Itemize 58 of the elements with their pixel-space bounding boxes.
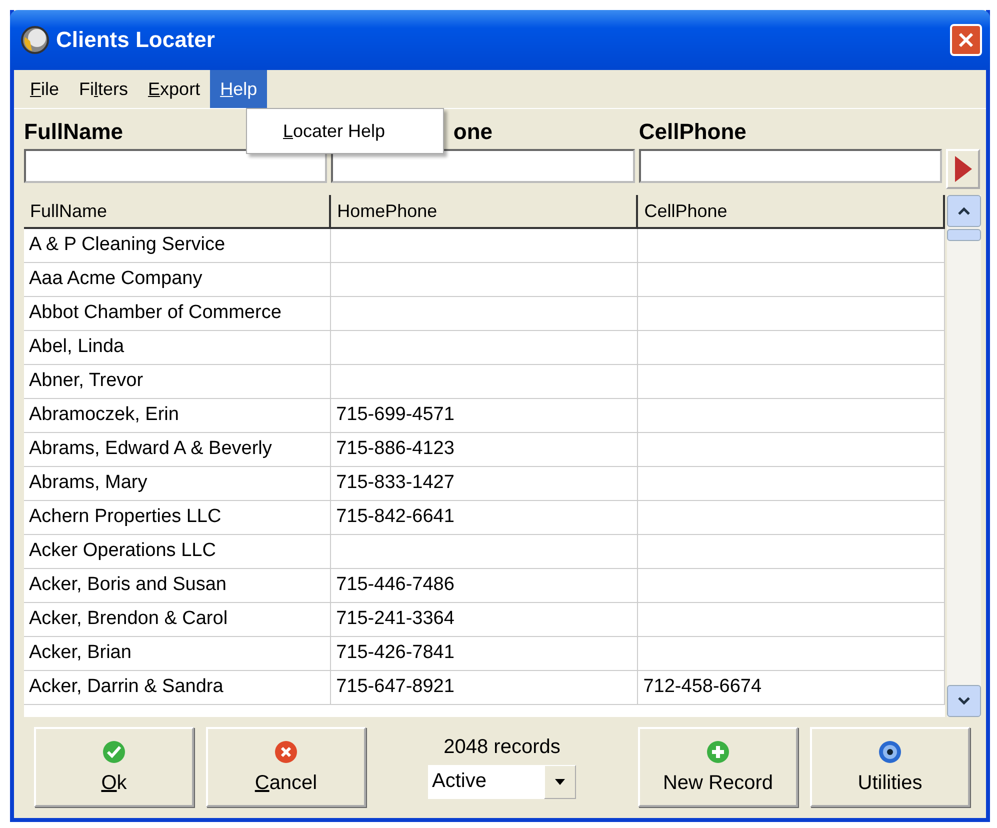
app-icon: [20, 25, 50, 55]
filter-field[interactable]: [331, 149, 635, 183]
action-button[interactable]: Ok: [34, 727, 194, 807]
filter-field[interactable]: [638, 149, 942, 183]
scroll-thumb[interactable]: [947, 229, 981, 241]
action-button[interactable]: New Record: [638, 727, 798, 807]
table-cell: 715-647-8921: [331, 671, 638, 705]
table-cell: Acker Operations LLC: [24, 535, 332, 569]
record-count: 2048 records: [444, 736, 560, 758]
column-header[interactable]: HomePhone: [331, 195, 638, 229]
table-cell: Acker, Brian: [24, 637, 332, 671]
table-cell: Acker, Darrin & Sandra: [24, 671, 332, 705]
scroll-up-button[interactable]: [947, 195, 981, 227]
apply-filter-button[interactable]: [946, 149, 980, 189]
close-button[interactable]: [950, 24, 982, 56]
menu-item[interactable]: Export: [138, 70, 210, 108]
table-cell: 715-833-1427: [331, 467, 638, 501]
close-icon: [956, 30, 976, 50]
table-cell: Aaa Acme Company: [24, 263, 332, 297]
column-header[interactable]: FullName: [24, 195, 332, 229]
table-cell: Acker, Brendon & Carol: [24, 603, 332, 637]
check-icon: [102, 740, 126, 764]
scroll-bar[interactable]: [947, 195, 981, 717]
table-cell: Abrams, Mary: [24, 467, 332, 501]
table-cell: 715-886-4123: [331, 433, 638, 467]
menu-item[interactable]: Help: [210, 70, 268, 108]
menu-item[interactable]: Filters: [69, 70, 138, 108]
table-cell: Abel, Linda: [24, 331, 332, 365]
column-header[interactable]: CellPhone: [638, 195, 946, 229]
caret-icon: [555, 778, 565, 784]
table-cell: Abbot Chamber of Commerce: [24, 297, 332, 331]
table-cell: A & P Cleaning Service: [24, 229, 332, 263]
table-cell: 715-699-4571: [331, 399, 638, 433]
menu-item[interactable]: File: [20, 70, 70, 108]
filter-label: CellPhone: [638, 119, 746, 145]
filter-field[interactable]: [24, 149, 328, 183]
menu-entry[interactable]: Locater Help: [247, 120, 386, 142]
table-cell: 715-842-6641: [331, 501, 638, 535]
plus-icon: [706, 740, 730, 764]
table-cell: Achern Properties LLC: [24, 501, 332, 535]
filter-label: one: [453, 119, 493, 145]
table-cell: Abramoczek, Erin: [24, 399, 332, 433]
table-cell: 715-446-7486: [331, 569, 638, 603]
table-cell: Acker, Boris and Susan: [24, 569, 332, 603]
table-cell: 712-458-6674: [638, 671, 946, 705]
table-cell: 715-426-7841: [331, 637, 638, 671]
table-cell: Abner, Trevor: [24, 365, 332, 399]
disc-icon: [878, 740, 902, 764]
cancel-icon: [274, 740, 298, 764]
status-dropdown[interactable]: Active: [428, 764, 576, 798]
table-cell: Abrams, Edward A & Beverly: [24, 433, 332, 467]
scroll-down-button[interactable]: [947, 685, 981, 717]
table-cell: 715-241-3364: [331, 603, 638, 637]
action-button[interactable]: Cancel: [206, 727, 366, 807]
play-icon: [952, 154, 974, 184]
window-title: Clients Locater: [56, 27, 216, 53]
action-button[interactable]: Utilities: [810, 727, 970, 807]
filter-label: FullName: [24, 119, 124, 145]
